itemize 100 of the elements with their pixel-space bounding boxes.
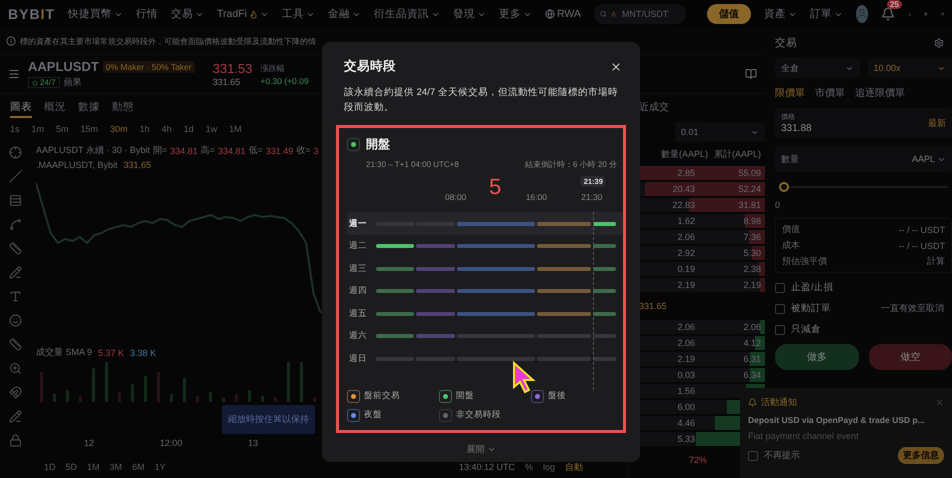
bid-quantity: 1.56 [676,386,695,396]
ohlc-label: 收= [296,144,311,157]
nav-menu-item[interactable]: 工具 [282,7,315,21]
view-tab[interactable]: 數據 [78,100,100,118]
range-option[interactable]: 3M [110,462,122,472]
drawing-tool-icon[interactable] [8,170,22,183]
interval-option[interactable]: 1M [229,124,242,134]
column-header[interactable]: 數量(AAPL) [660,148,708,161]
view-tab[interactable]: 圖表 [10,100,32,118]
bid-quantity: 0.03 [676,370,695,380]
nav-menu-item[interactable]: 發現 [452,7,486,21]
expand-toggle[interactable]: 展開 [466,442,496,456]
nav-menu-item[interactable]: 金融 [328,7,361,21]
price-step-select[interactable]: 0.01 [675,122,765,142]
nav-menu-item[interactable]: TradFi [217,8,269,20]
checkbox[interactable] [775,324,785,334]
avatar-icon[interactable] [856,5,868,23]
interval-option[interactable]: 1d [184,124,194,134]
bid-total: 6.34 [742,370,761,380]
nav-menu-item[interactable]: 訂單 [810,7,843,21]
interval-option[interactable]: 1m [32,124,44,134]
checkbox[interactable] [748,450,758,460]
nav-menu-item[interactable]: 更多 [498,7,532,21]
order-type-tab[interactable]: 追逐限價單 [855,86,905,100]
bell-icon[interactable] [880,7,895,21]
range-option[interactable]: 5D [66,462,78,472]
drawing-tool-icon[interactable] [8,434,22,447]
menu-icon[interactable] [8,68,20,80]
drawing-tool-icon[interactable] [8,338,22,351]
view-tab[interactable]: 概況 [44,100,66,118]
ohlc-value: 331.49 [266,146,294,156]
legend-label: 盤後 [548,390,566,402]
bid-quantity: 6.00 [676,402,695,412]
drawing-tool-icon[interactable] [8,410,22,423]
leverage-select[interactable]: 10.00x [868,58,952,78]
column-header[interactable]: 累計(AAPL) [714,148,761,161]
time-in-force[interactable]: 一直有效至取消 [881,302,944,315]
drawing-tool-icon[interactable] [8,266,22,279]
nav-menu-item[interactable]: 行情 [136,7,158,21]
chart-legend: AAPLUSDT 永續 · 30 · Bybit [36,144,150,157]
checkbox[interactable] [775,304,785,314]
weekday-label: 週一 [348,218,368,230]
scale-option[interactable]: % [524,462,533,472]
search-box[interactable]: MNT/USDT [594,4,686,24]
range-option[interactable]: 6M [132,462,145,472]
bybit-logo[interactable]: BYBIT [8,6,56,22]
notification-headline: Deposit USD via OpenPayd & trade USD p... [748,415,926,425]
drawing-tool-icon[interactable] [8,386,22,399]
buy-button[interactable]: 做多 [775,344,858,370]
nav-menu-item[interactable]: 快捷買幣 [68,7,124,21]
interval-option[interactable]: 5m [56,124,69,134]
symbol-name[interactable]: AAPLUSDT [28,59,99,74]
nav-menu-item[interactable]: 交易 [171,7,204,21]
nav-menu-item[interactable]: 資產 [764,7,797,21]
interval-option[interactable]: 4h [162,124,172,134]
book-title[interactable]: 近成交 [639,94,669,122]
mark-price: 331.65 [212,77,242,87]
interval-option[interactable]: 30m [110,124,128,134]
legend-label: 開盤 [456,390,474,402]
volume-value: 3.38 K [130,348,156,358]
weekday-label: 週日 [348,352,368,365]
checkbox[interactable] [775,282,785,292]
sell-button[interactable]: 做空 [868,344,952,370]
change-label: 漲跌幅 [260,62,286,74]
interval-option[interactable]: 1w [206,124,218,134]
index-value: 331.65 [124,160,152,170]
view-tab[interactable]: 動態 [112,100,134,118]
nav-menu-item[interactable]: RWA [544,8,581,20]
nav-menu-item[interactable]: 衍生品資訊 [374,7,440,21]
drawing-tool-icon[interactable] [8,218,22,231]
search-field[interactable]: MNT/USDT [620,8,680,20]
range-option[interactable]: 1M [87,462,100,472]
scale-option[interactable]: 自動 [565,460,583,474]
order-type-tab[interactable]: 限價單 [775,86,805,100]
ask-total: 52.24 [737,184,761,194]
slider-value: 0 [775,200,782,210]
legend-icon [347,390,360,403]
drawing-tool-icon[interactable] [8,314,22,327]
interval-option[interactable]: 1h [140,124,150,134]
scale-option[interactable]: log [542,462,555,472]
more-info-button[interactable]: 更多信息 [898,447,944,464]
slider-thumb[interactable] [779,182,789,192]
drawing-tool-icon[interactable] [8,146,22,159]
interval-option[interactable]: 15m [80,124,98,134]
close-icon[interactable] [610,60,622,72]
range-option[interactable]: 1Y [154,462,166,472]
order-type-tab[interactable]: 市價單 [815,86,845,100]
range-option[interactable]: 1D [44,462,56,472]
ask-quantity: 2.92 [676,248,695,258]
drawing-tool-icon[interactable] [8,194,22,207]
drawing-tool-icon[interactable] [8,290,22,303]
modal-title: 交易時段 [344,58,396,75]
book-icon[interactable] [745,68,757,80]
drawing-tool-icon[interactable] [8,362,22,375]
margin-select[interactable]: 全倉 [775,58,860,78]
interval-option[interactable]: 1s [10,124,20,134]
drawing-tool-icon[interactable] [8,242,22,255]
quantity-field[interactable]: 數量 AAPL [775,146,952,172]
notification-subtitle: Fiat payment channel event [748,431,860,441]
deposit-button[interactable]: 儲值 [706,4,751,24]
